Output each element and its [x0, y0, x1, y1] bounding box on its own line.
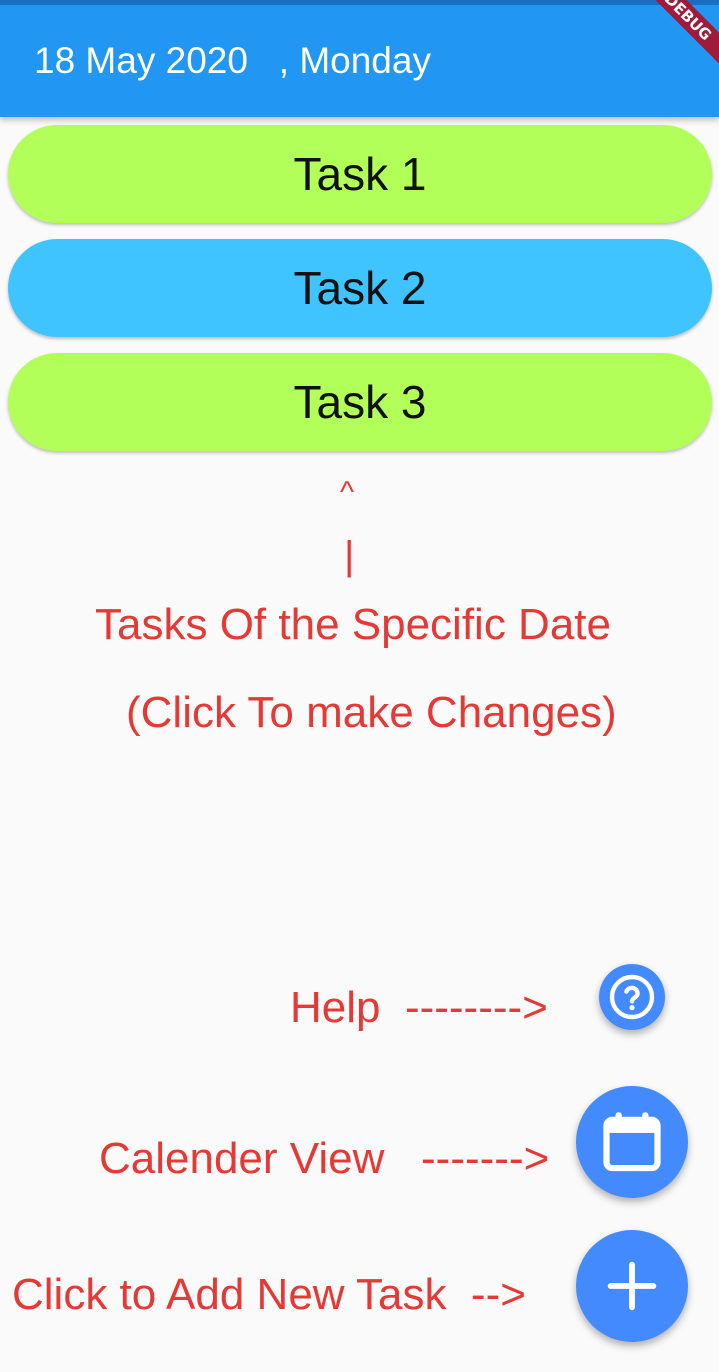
annotation-help: Help --------> — [290, 983, 548, 1032]
task-list: Task 1 Task 2 Task 3 — [8, 125, 712, 467]
task-item-3[interactable]: Task 3 — [8, 353, 712, 451]
annotation-caret: ^ — [340, 476, 355, 509]
app-bar: 18 May 2020 , Monday DEBUG — [0, 0, 719, 117]
calendar-view-button[interactable] — [576, 1086, 688, 1198]
app-bar-title: 18 May 2020 , Monday — [34, 40, 431, 81]
help-icon — [608, 973, 656, 1021]
annotation-bar: | — [344, 534, 355, 578]
annotation-calendar: Calender View -------> — [99, 1134, 550, 1183]
help-button[interactable] — [599, 964, 665, 1030]
task-item-2[interactable]: Task 2 — [8, 239, 712, 337]
annotation-tasks-line2: (Click To make Changes) — [126, 688, 617, 737]
status-strip — [0, 0, 719, 5]
debug-banner: DEBUG — [634, 0, 719, 71]
calendar-icon — [598, 1108, 666, 1176]
annotation-add: Click to Add New Task --> — [12, 1270, 526, 1319]
add-icon — [600, 1254, 664, 1318]
annotation-tasks-line1: Tasks Of the Specific Date — [95, 600, 611, 649]
task-item-1[interactable]: Task 1 — [8, 125, 712, 223]
add-task-button[interactable] — [576, 1230, 688, 1342]
